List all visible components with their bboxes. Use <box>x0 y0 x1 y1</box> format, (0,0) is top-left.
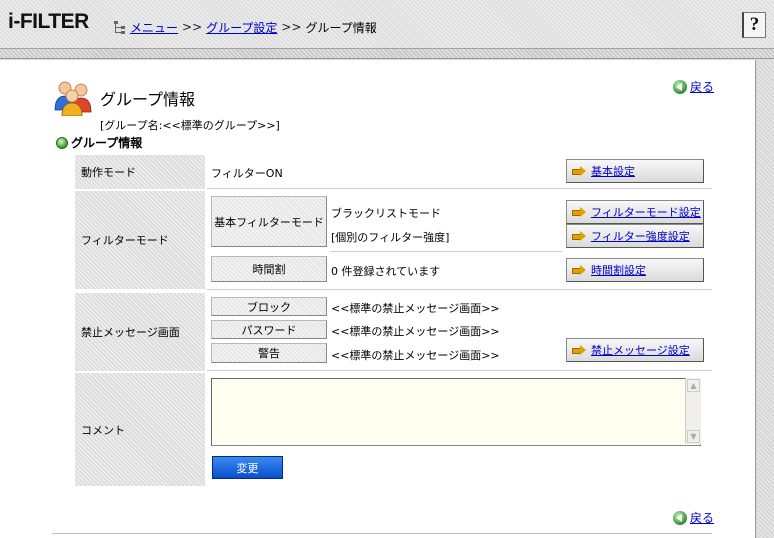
breadcrumb-current: グループ情報 <box>305 20 377 35</box>
comment-label: コメント <box>75 373 205 486</box>
breadcrumb-separator: >> <box>281 20 302 34</box>
block-message-settings-label: 禁止メッセージ設定 <box>591 344 690 357</box>
back-link-top[interactable]: 戻る <box>673 78 714 95</box>
breadcrumb-group-settings-link[interactable]: グループ設定 <box>206 19 277 36</box>
comment-textarea[interactable] <box>211 378 701 446</box>
back-arrow-icon <box>673 79 687 94</box>
schedule-settings-label: 時間割設定 <box>591 264 646 277</box>
divider <box>330 251 562 252</box>
password-type-value: <<標準の禁止メッセージ画面>> <box>331 325 500 338</box>
filter-mode-settings-button[interactable]: フィルターモード設定 <box>566 200 704 224</box>
block-message-settings-button[interactable]: 禁止メッセージ設定 <box>566 338 704 362</box>
back-link-label: 戻る <box>690 511 715 525</box>
basic-settings-label: 基本設定 <box>591 165 635 178</box>
basic-settings-button[interactable]: 基本設定 <box>566 159 704 183</box>
app-logo: i-FILTER <box>8 10 89 33</box>
right-edge-bar <box>757 60 774 538</box>
divider <box>207 370 712 371</box>
filter-strength-value: [個別のフィルター強度] <box>331 231 450 244</box>
warning-type-value: <<標準の禁止メッセージ画面>> <box>331 349 500 362</box>
breadcrumb-separator: >> <box>182 20 203 34</box>
block-message-label: 禁止メッセージ画面 <box>75 293 205 371</box>
filter-mode-label: フィルターモード <box>75 191 205 289</box>
help-button[interactable]: ? <box>742 12 766 38</box>
mode-label: 動作モード <box>75 155 205 189</box>
basic-filter-mode-value: ブラックリストモード <box>331 207 441 220</box>
group-name: [グループ名:<<標準のグループ>>] <box>100 119 280 132</box>
group-users-icon <box>54 81 92 116</box>
password-type-label: パスワード <box>211 320 327 339</box>
breadcrumb-menu-link[interactable]: メニュー <box>130 19 178 36</box>
back-link-bottom[interactable]: 戻る <box>673 509 714 526</box>
header-stripe <box>0 49 774 59</box>
filter-strength-settings-label: フィルター強度設定 <box>591 230 690 243</box>
arrow-right-icon <box>572 207 587 217</box>
schedule-label: 時間割 <box>211 256 327 282</box>
block-type-value: <<標準の禁止メッセージ画面>> <box>331 302 500 315</box>
basic-filter-mode-label: 基本フィルターモード <box>211 196 327 247</box>
change-button[interactable]: 変更 <box>212 456 283 479</box>
block-type-label: ブロック <box>211 297 327 316</box>
filter-mode-settings-label: フィルターモード設定 <box>591 206 701 219</box>
mode-value: フィルターON <box>211 167 283 180</box>
arrow-right-icon <box>572 231 587 241</box>
divider <box>207 188 712 189</box>
main-panel: 戻る グループ情報 [グループ名:<<標準のグループ>>] グループ情報 動作モ… <box>0 60 756 538</box>
warning-type-label: 警告 <box>211 343 327 363</box>
arrow-right-icon <box>572 166 587 176</box>
schedule-value: 0 件登録されています <box>331 265 441 278</box>
back-arrow-icon <box>673 510 687 525</box>
arrow-right-icon <box>572 265 587 275</box>
schedule-settings-button[interactable]: 時間割設定 <box>566 258 704 282</box>
back-link-label: 戻る <box>690 80 715 94</box>
page-title: グループ情報 <box>100 90 196 109</box>
divider <box>207 289 712 290</box>
sitemap-icon <box>114 20 126 34</box>
filter-strength-settings-button[interactable]: フィルター強度設定 <box>566 224 704 248</box>
footer-divider <box>52 533 712 534</box>
section-heading: グループ情報 <box>56 134 142 151</box>
breadcrumb: メニュー >> グループ設定 >> グループ情報 <box>114 19 377 35</box>
arrow-right-icon <box>572 345 587 355</box>
section-heading-label: グループ情報 <box>71 136 143 150</box>
header-bar: i-FILTER メニュー >> グループ設定 >> グループ情報 ? <box>0 0 774 49</box>
section-bullet-icon <box>56 136 68 149</box>
